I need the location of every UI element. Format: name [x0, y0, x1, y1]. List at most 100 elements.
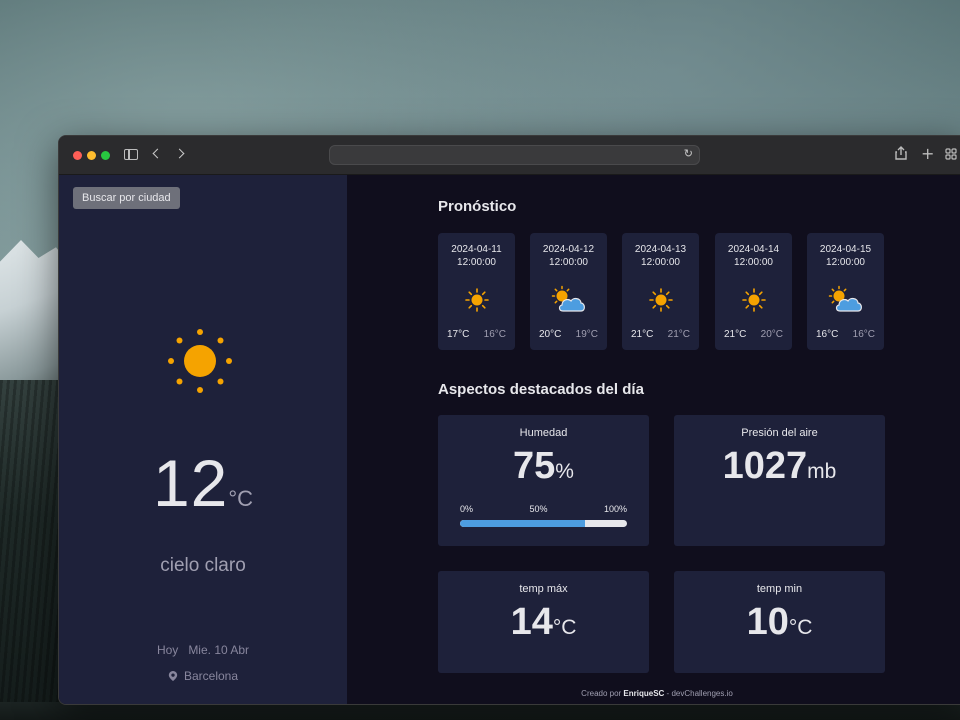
- forecast-time: 12:00:00: [734, 257, 773, 268]
- map-pin-icon: [168, 671, 178, 681]
- forecast-datetime: 2024-04-12 12:00:00: [530, 243, 607, 269]
- forecast-datetime: 2024-04-13 12:00:00: [622, 243, 699, 269]
- partly-cloudy-icon: [807, 285, 884, 315]
- forecast-min-temp: 20°C: [760, 329, 783, 340]
- humidity-label: Humedad: [519, 427, 568, 439]
- back-chevron-icon[interactable]: [152, 148, 163, 159]
- sun-icon: [622, 285, 699, 315]
- forecast-datetime: 2024-04-14 12:00:00: [715, 243, 792, 269]
- forecast-min-temp: 16°C: [852, 329, 875, 340]
- forecast-min-temp: 19°C: [575, 329, 598, 340]
- footer-author-link[interactable]: EnriqueSC: [623, 689, 664, 698]
- tab-overview-icon[interactable]: [945, 147, 957, 165]
- pressure-card: Presión del aire 1027mb: [674, 415, 885, 546]
- address-bar[interactable]: ↻: [329, 145, 700, 165]
- forecast-datetime: 2024-04-11 12:00:00: [438, 243, 515, 269]
- current-temperature: 12°C: [59, 445, 347, 521]
- forecast-time: 12:00:00: [457, 257, 496, 268]
- humidity-scale: 0% 50% 100%: [460, 504, 627, 514]
- browser-toolbar: ↻ +: [59, 136, 960, 175]
- today-label: Hoy: [156, 643, 179, 657]
- temp-max-card: temp máx 14°C: [438, 571, 649, 673]
- humidity-value: 75%: [438, 445, 649, 488]
- forecast-date: 2024-04-11: [451, 244, 502, 255]
- forecast-temps: 21°C 21°C: [631, 329, 690, 340]
- forecast-temps: 17°C 16°C: [447, 329, 506, 340]
- forecast-datetime: 2024-04-15 12:00:00: [807, 243, 884, 269]
- footer-prefix: Creado por: [581, 689, 624, 698]
- current-temperature-unit: °C: [228, 486, 254, 511]
- humidity-scale-min: 0%: [460, 504, 474, 514]
- humidity-progress-bar: [460, 520, 627, 527]
- humidity-number: 75: [513, 445, 556, 487]
- forecast-max-temp: 21°C: [631, 329, 654, 340]
- temp-min-number: 10: [746, 601, 789, 643]
- temp-max-unit: °C: [552, 616, 577, 639]
- humidity-scale-max: 100%: [603, 504, 627, 514]
- location-name: Barcelona: [183, 669, 239, 683]
- sun-icon: [168, 329, 232, 393]
- partly-cloudy-icon: [530, 285, 607, 315]
- main-panel: Pronóstico 2024-04-11 12:00:00 17°C 16°C 202…: [347, 175, 960, 704]
- highlights-title: Aspectos destacados del día: [438, 381, 644, 398]
- forecast-card: 2024-04-12 12:00:00 20°C 19°C: [530, 233, 607, 350]
- current-weather-panel: Buscar por ciudad 12°C cielo claro Hoy M…: [59, 175, 347, 704]
- current-temperature-value: 12: [152, 446, 229, 520]
- forecast-date: 2024-04-13: [634, 244, 687, 255]
- forecast-card: 2024-04-15 12:00:00 16°C 16°C: [807, 233, 884, 350]
- location-row: Barcelona: [59, 669, 347, 683]
- forecast-temps: 16°C 16°C: [816, 329, 875, 340]
- temp-min-label: temp min: [756, 583, 803, 595]
- forecast-max-temp: 16°C: [816, 329, 839, 340]
- forecast-card: 2024-04-13 12:00:00 21°C 21°C: [622, 233, 699, 350]
- humidity-scale-mid: 50%: [529, 504, 548, 514]
- sun-icon: [438, 285, 515, 315]
- footer-suffix: - devChallenges.io: [664, 689, 733, 698]
- forecast-min-temp: 21°C: [667, 329, 690, 340]
- humidity-card: Humedad 75% 0% 50% 100%: [438, 415, 649, 546]
- forecast-date: 2024-04-15: [819, 244, 872, 255]
- forecast-date: 2024-04-14: [727, 244, 780, 255]
- zoom-window-button[interactable]: [101, 151, 110, 160]
- forecast-temps: 20°C 19°C: [539, 329, 598, 340]
- pressure-unit: mb: [807, 460, 837, 483]
- forecast-max-temp: 17°C: [447, 329, 470, 340]
- forecast-time: 12:00:00: [549, 257, 588, 268]
- forecast-title: Pronóstico: [438, 198, 517, 215]
- page-content: Buscar por ciudad 12°C cielo claro Hoy M…: [59, 175, 960, 704]
- search-city-button[interactable]: Buscar por ciudad: [73, 187, 180, 209]
- temp-max-label: temp máx: [519, 583, 568, 595]
- temp-min-value: 10°C: [674, 601, 885, 644]
- pressure-number: 1027: [722, 445, 808, 487]
- temp-max-value: 14°C: [438, 601, 649, 644]
- minimize-window-button[interactable]: [87, 151, 96, 160]
- footer-credit: Creado por EnriqueSC - devChallenges.io: [347, 689, 960, 698]
- current-date: Mie. 10 Abr: [188, 643, 250, 657]
- forecast-min-temp: 16°C: [483, 329, 506, 340]
- forecast-card: 2024-04-11 12:00:00 17°C 16°C: [438, 233, 515, 350]
- forecast-date: 2024-04-12: [542, 244, 595, 255]
- temp-min-card: temp min 10°C: [674, 571, 885, 673]
- sidebar-toggle-icon[interactable]: [124, 149, 138, 160]
- browser-window: ↻ + Buscar por ciudad 12°C cielo claro H…: [58, 135, 960, 705]
- forward-chevron-icon[interactable]: [174, 148, 185, 159]
- temp-min-unit: °C: [788, 616, 813, 639]
- forecast-time: 12:00:00: [826, 257, 865, 268]
- forecast-temps: 21°C 20°C: [724, 329, 783, 340]
- weather-description: cielo claro: [160, 555, 246, 576]
- forecast-card: 2024-04-14 12:00:00 21°C 20°C: [715, 233, 792, 350]
- humidity-progress-fill: [460, 520, 586, 527]
- sun-icon: [715, 285, 792, 315]
- pressure-value: 1027mb: [674, 445, 885, 488]
- share-icon[interactable]: [895, 146, 907, 165]
- new-tab-plus-icon[interactable]: +: [921, 145, 934, 163]
- temp-max-number: 14: [510, 601, 553, 643]
- close-window-button[interactable]: [73, 151, 82, 160]
- forecast-max-temp: 21°C: [724, 329, 747, 340]
- humidity-unit: %: [555, 460, 574, 483]
- date-row: Hoy Mie. 10 Abr: [59, 643, 347, 657]
- reload-icon[interactable]: ↻: [684, 147, 693, 160]
- forecast-time: 12:00:00: [641, 257, 680, 268]
- pressure-label: Presión del aire: [741, 427, 818, 439]
- forecast-max-temp: 20°C: [539, 329, 562, 340]
